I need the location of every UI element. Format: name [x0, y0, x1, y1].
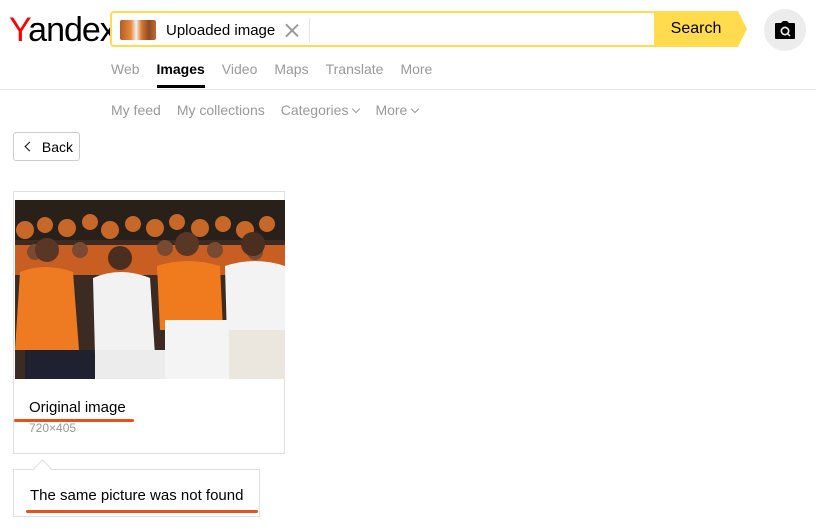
yandex-logo[interactable]: Yandex [9, 10, 117, 50]
images-subnav: My feed My collections Categories More [111, 101, 434, 119]
subnav-more[interactable]: More [375, 101, 420, 119]
tab-video[interactable]: Video [222, 60, 258, 88]
header-divider [0, 89, 816, 90]
tab-web[interactable]: Web [111, 60, 140, 88]
tab-more[interactable]: More [400, 60, 432, 88]
subnav-my-feed[interactable]: My feed [111, 101, 161, 119]
categories-label: Categories [280, 102, 349, 118]
subnav-my-collections[interactable]: My collections [177, 101, 265, 119]
not-found-text: The same picture was not found [30, 487, 244, 504]
annotation-underline [26, 510, 258, 513]
close-icon[interactable] [285, 23, 299, 37]
chip-label: Uploaded image [166, 21, 276, 39]
chevron-down-icon [411, 104, 420, 113]
tab-images[interactable]: Images [156, 60, 206, 88]
search-button[interactable]: Search [654, 11, 738, 47]
search-button-arrow [738, 11, 747, 47]
more-label: More [375, 102, 408, 118]
chevron-left-icon [24, 141, 35, 152]
logo-rest: andex [28, 11, 117, 49]
chevron-down-icon [352, 104, 361, 113]
tab-maps[interactable]: Maps [274, 60, 308, 88]
uploaded-image-thumbnail [120, 20, 156, 40]
back-button[interactable]: Back [13, 132, 80, 161]
original-image-dimensions: 720×405 [29, 421, 77, 435]
my-collections-label: My collections [176, 102, 265, 118]
not-found-message: The same picture was not found [13, 459, 260, 517]
camera-icon[interactable] [764, 9, 806, 51]
camera-icon-graphic [775, 21, 795, 39]
subnav-categories[interactable]: Categories [280, 101, 361, 119]
uploaded-image-chip: Uploaded image [120, 18, 311, 42]
photo-illustration [15, 200, 285, 379]
my-feed-label: My feed [111, 102, 161, 118]
logo-first-letter: Y [9, 11, 29, 49]
service-tabs: Web Images Video Maps Translate More [111, 60, 449, 88]
tab-translate[interactable]: Translate [326, 60, 384, 88]
search-input[interactable]: Uploaded image [110, 11, 654, 47]
back-label: Back [41, 138, 73, 155]
tooltip-tip [33, 459, 52, 478]
original-image-photo[interactable] [15, 200, 285, 379]
original-image-title[interactable]: Original image [29, 399, 126, 416]
original-image-card[interactable]: Original image 720×405 [13, 191, 285, 454]
